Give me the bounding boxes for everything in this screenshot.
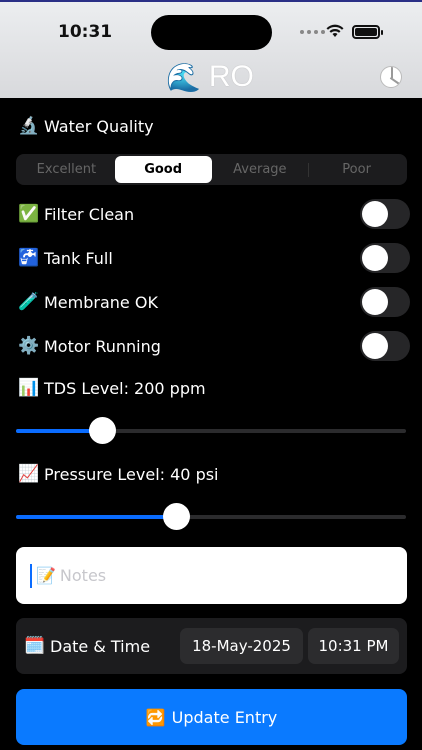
- pressure-slider-thumb[interactable]: [162, 503, 190, 530]
- bar-chart-icon: 📊: [18, 378, 40, 398]
- motor-running-label: Motor Running: [44, 336, 161, 356]
- membrane-ok-toggle[interactable]: [360, 287, 410, 317]
- top-edge-line: [0, 0, 422, 2]
- filter-clean-toggle[interactable]: [360, 199, 410, 229]
- filter-clean-row: ✅ Filter Clean: [18, 204, 134, 224]
- tds-level-row: 📊 TDS Level: 200 ppm: [18, 378, 206, 398]
- update-entry-label: Update Entry: [171, 707, 278, 727]
- check-icon: ✅: [18, 204, 40, 224]
- segment-poor[interactable]: Poor: [308, 156, 405, 183]
- dynamic-island: [151, 15, 272, 50]
- pie-chart-icon[interactable]: [380, 66, 402, 88]
- motor-running-row: ⚙️ Motor Running: [18, 336, 161, 356]
- microscope-icon: 🔬: [18, 116, 40, 136]
- text-cursor: [30, 563, 32, 588]
- page-title: 🌊 RO: [166, 60, 254, 94]
- pressure-level-label: Pressure Level: 40 psi: [44, 464, 219, 484]
- gear-icon: ⚙️: [18, 336, 40, 356]
- status-time: 10:31: [58, 22, 113, 42]
- segment-excellent[interactable]: Excellent: [18, 156, 115, 183]
- test-tube-icon: 🧪: [18, 292, 40, 312]
- pressure-slider[interactable]: [16, 503, 406, 530]
- navigation-bar: 10:31 🌊 RO: [0, 0, 422, 98]
- tank-icon: 🚰: [18, 248, 40, 268]
- tank-full-toggle[interactable]: [360, 243, 410, 273]
- date-time-row: 🗓️ Date & Time 18-May-2025 10:31 PM: [16, 618, 407, 674]
- wifi-icon: [326, 24, 344, 37]
- battery-icon: [352, 25, 383, 39]
- calendar-icon: 🗓️: [24, 636, 46, 656]
- filter-clean-label: Filter Clean: [44, 204, 135, 224]
- update-entry-button[interactable]: 🔁 Update Entry: [16, 689, 407, 745]
- water-quality-text: Water Quality: [44, 116, 154, 136]
- repeat-icon: 🔁: [145, 707, 166, 727]
- pressure-slider-fill: [16, 515, 176, 519]
- pressure-level-row: 📈 Pressure Level: 40 psi: [18, 464, 219, 484]
- motor-running-toggle[interactable]: [360, 331, 410, 361]
- tds-level-label: TDS Level: 200 ppm: [44, 378, 206, 398]
- time-picker[interactable]: 10:31 PM: [308, 628, 399, 664]
- title-text: RO: [208, 60, 254, 93]
- tank-full-row: 🚰 Tank Full: [18, 248, 113, 268]
- water-quality-label: 🔬 Water Quality: [18, 116, 154, 136]
- tank-full-label: Tank Full: [44, 248, 113, 268]
- notes-field[interactable]: 📝: [16, 547, 407, 604]
- segment-average[interactable]: Average: [212, 156, 309, 183]
- notes-input[interactable]: [59, 566, 360, 585]
- line-chart-icon: 📈: [18, 464, 40, 484]
- signal-dots-icon: [300, 30, 325, 34]
- date-time-text: Date & Time: [50, 636, 151, 656]
- wave-icon: 🌊: [166, 60, 201, 94]
- segment-good[interactable]: Good: [114, 156, 212, 183]
- tds-slider-thumb[interactable]: [88, 417, 116, 444]
- membrane-ok-label: Membrane OK: [44, 292, 158, 312]
- date-time-label: 🗓️ Date & Time: [24, 636, 150, 656]
- date-picker[interactable]: 18-May-2025: [180, 628, 303, 664]
- tds-slider[interactable]: [16, 417, 406, 444]
- membrane-ok-row: 🧪 Membrane OK: [18, 292, 158, 312]
- water-quality-segmented-control[interactable]: Excellent Good Average Poor: [16, 154, 407, 185]
- memo-icon: 📝: [36, 566, 56, 585]
